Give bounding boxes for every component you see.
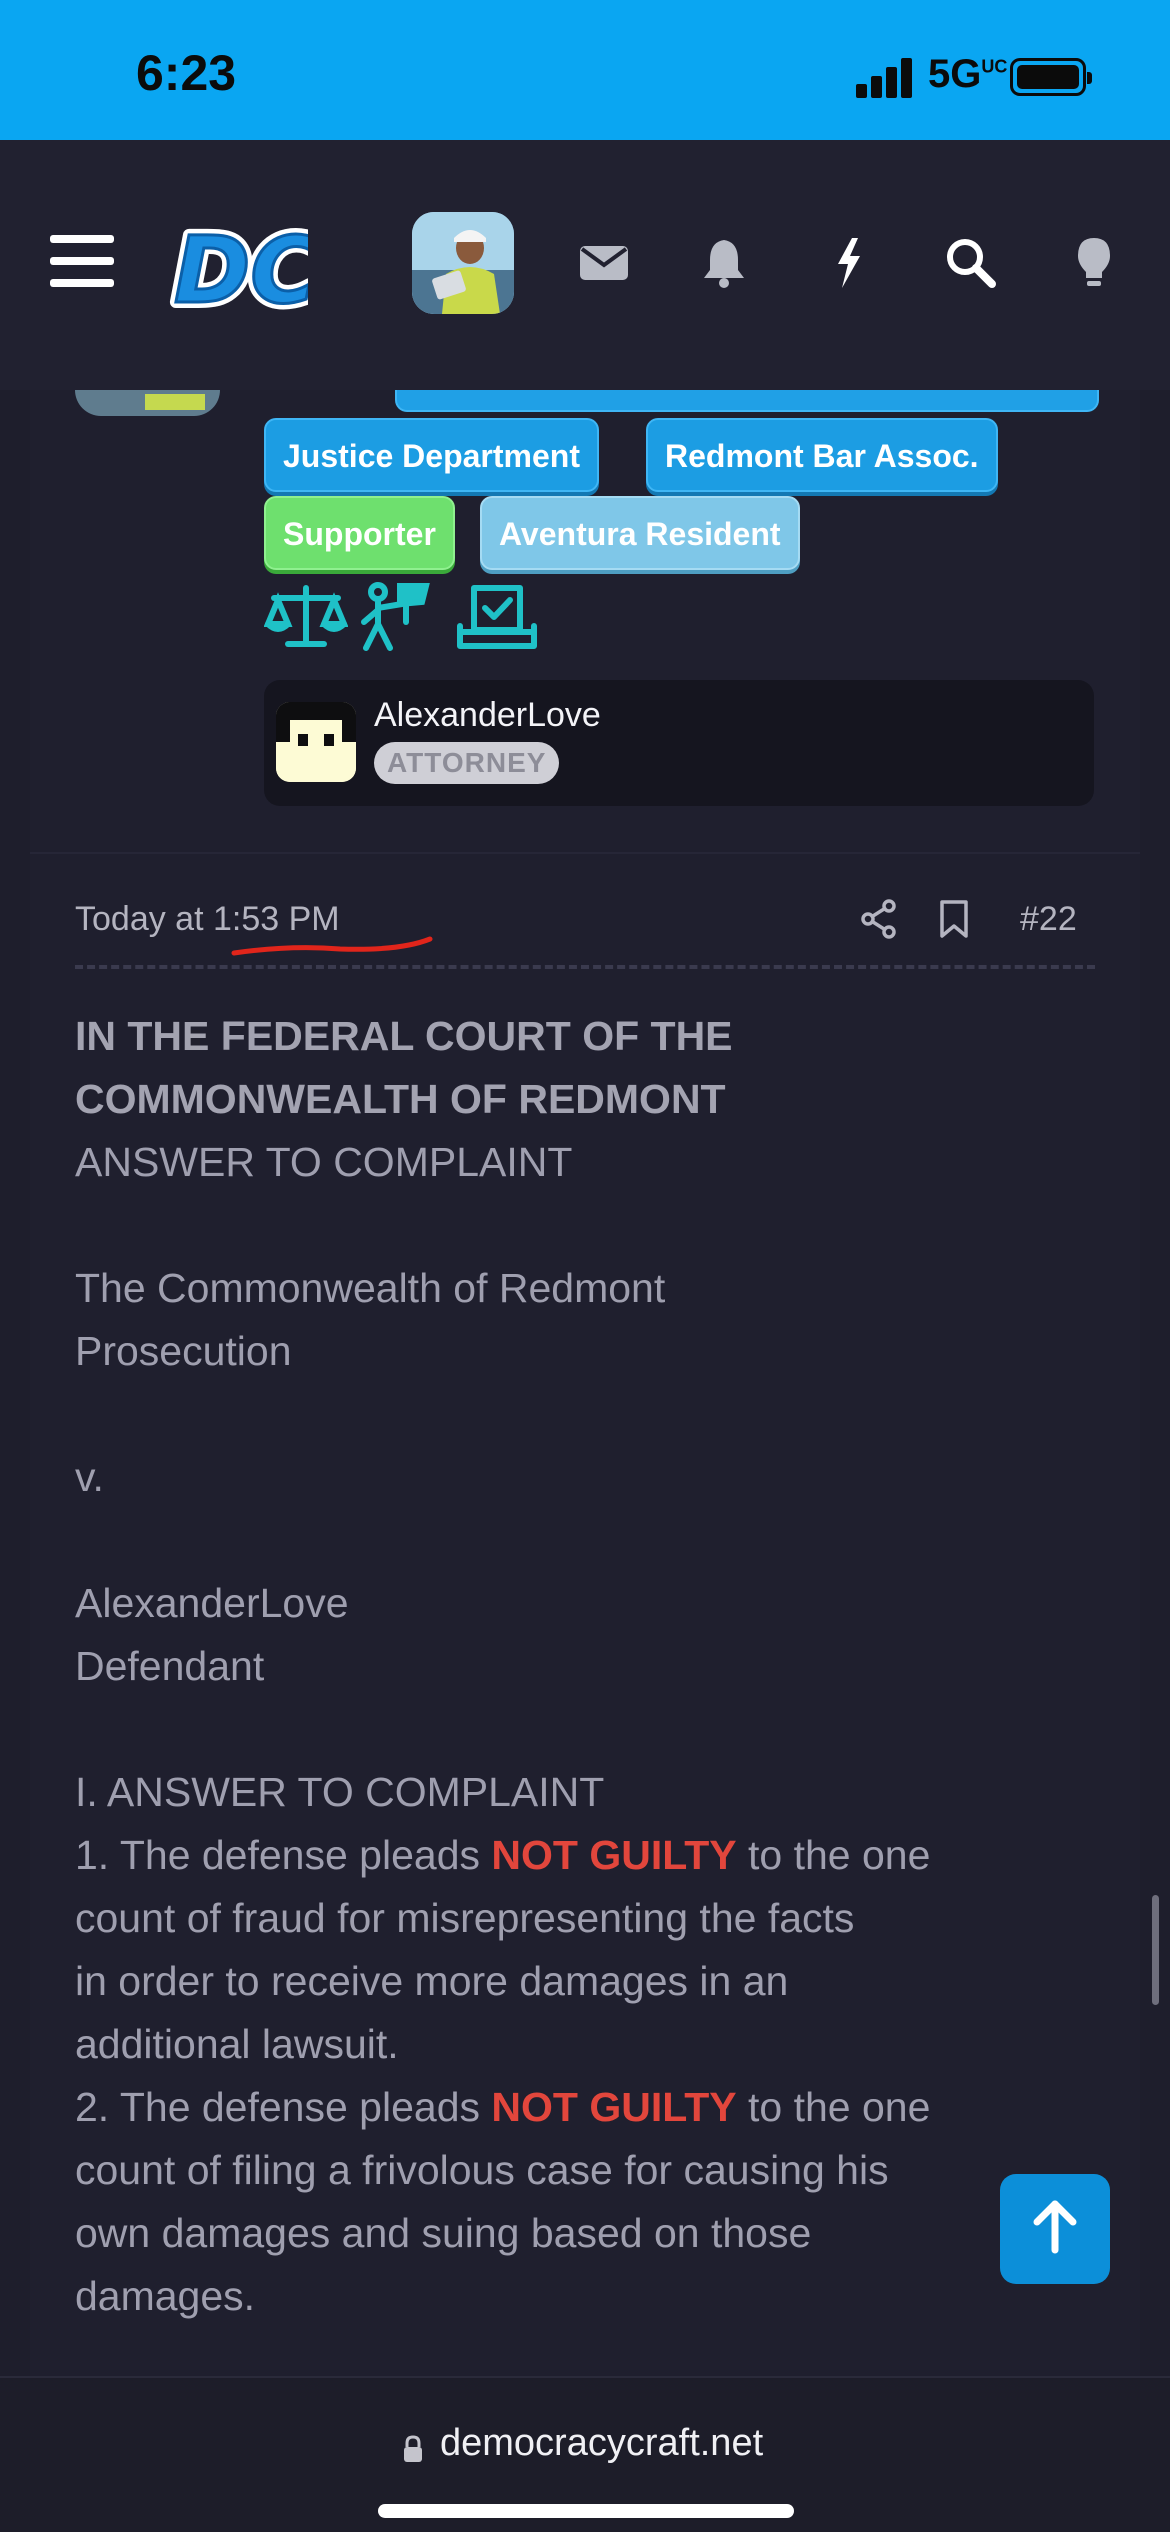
lock-icon (404, 2435, 422, 2462)
bookmark-icon[interactable] (936, 898, 972, 940)
badge-partial (395, 390, 1099, 412)
protester-icon[interactable] (356, 582, 432, 652)
author-avatar[interactable] (75, 390, 220, 416)
post-divider (30, 852, 1140, 854)
badge-supporter: Supporter (264, 496, 455, 570)
top-navigation: DC DC (0, 140, 1170, 390)
page-scrollbar[interactable] (1152, 1895, 1159, 2005)
ballot-box-icon[interactable] (454, 582, 540, 652)
envelope-icon[interactable] (574, 232, 634, 292)
plea-1-line3: in order to receive more damages in an (75, 1958, 789, 2004)
plea-2-line3: own damages and suing based on those (75, 2210, 812, 2256)
plea-2-line1: 2. The defense pleads NOT GUILTY to the … (75, 2084, 931, 2130)
badge-redmont-bar: Redmont Bar Assoc. (646, 418, 998, 492)
plaintiff-role: Prosecution (75, 1328, 292, 1374)
signal-icon (856, 58, 916, 98)
badge-justice-department: Justice Department (264, 418, 599, 492)
scroll-to-top-button[interactable] (1000, 2174, 1110, 2284)
user-avatar[interactable] (412, 212, 514, 314)
defendant-name: AlexanderLove (75, 1580, 349, 1626)
not-guilty-text: NOT GUILTY (491, 2084, 737, 2130)
browser-bottom-bar: democracycraft.net (0, 2376, 1170, 2532)
user-card[interactable]: AlexanderLove ATTORNEY (264, 680, 1094, 806)
user-card-name: AlexanderLove (374, 696, 601, 734)
plea-1-line4: additional lawsuit. (75, 2021, 399, 2067)
arrow-up-icon (1033, 2200, 1077, 2254)
user-card-role-badge: ATTORNEY (374, 742, 560, 784)
versus-text: v. (75, 1454, 104, 1500)
red-annotation-underline (231, 936, 433, 956)
post-body: IN THE FEDERAL COURT OF THE COMMONWEALTH… (75, 1005, 1105, 2328)
court-heading-line2: COMMONWEALTH OF REDMONT (75, 1076, 726, 1122)
svg-text:DC: DC (174, 217, 308, 320)
not-guilty-text: NOT GUILTY (491, 1832, 737, 1878)
badge-aventura-resident: Aventura Resident (480, 496, 800, 570)
battery-icon (1010, 58, 1092, 96)
network-indicator: 5GUC (928, 52, 1008, 96)
plea-1-line2: count of fraud for misrepresenting the f… (75, 1895, 855, 1941)
home-indicator[interactable] (378, 2504, 794, 2518)
post-content-area: Justice Department Redmont Bar Assoc. Su… (30, 390, 1140, 2376)
user-card-avatar (276, 702, 356, 782)
menu-icon[interactable] (50, 235, 114, 287)
defendant-role: Defendant (75, 1643, 265, 1689)
court-heading-line1: IN THE FEDERAL COURT OF THE (75, 1013, 733, 1059)
lightbulb-icon[interactable] (1064, 232, 1124, 292)
post-timestamp[interactable]: Today at 1:53 PM (75, 900, 340, 939)
scales-of-justice-icon[interactable] (264, 582, 348, 652)
lightning-icon[interactable] (818, 232, 878, 292)
plaintiff-name: The Commonwealth of Redmont (75, 1265, 666, 1311)
bell-icon[interactable] (694, 232, 754, 292)
share-icon[interactable] (858, 898, 900, 940)
status-bar: 6:23 5GUC (0, 0, 1170, 140)
plea-1-line1: 1. The defense pleads NOT GUILTY to the … (75, 1832, 931, 1878)
dashed-separator (75, 965, 1095, 969)
document-subtitle: ANSWER TO COMPLAINT (75, 1139, 573, 1185)
search-icon[interactable] (940, 232, 1000, 292)
post-number-link[interactable]: #22 (1020, 900, 1077, 939)
plea-2-line2: count of filing a frivolous case for cau… (75, 2147, 889, 2193)
section-heading: I. ANSWER TO COMPLAINT (75, 1769, 605, 1815)
plea-2-line4: damages. (75, 2273, 256, 2319)
url-bar[interactable]: democracycraft.net (440, 2422, 763, 2465)
site-logo[interactable]: DC DC (168, 210, 308, 320)
status-time: 6:23 (136, 45, 237, 101)
